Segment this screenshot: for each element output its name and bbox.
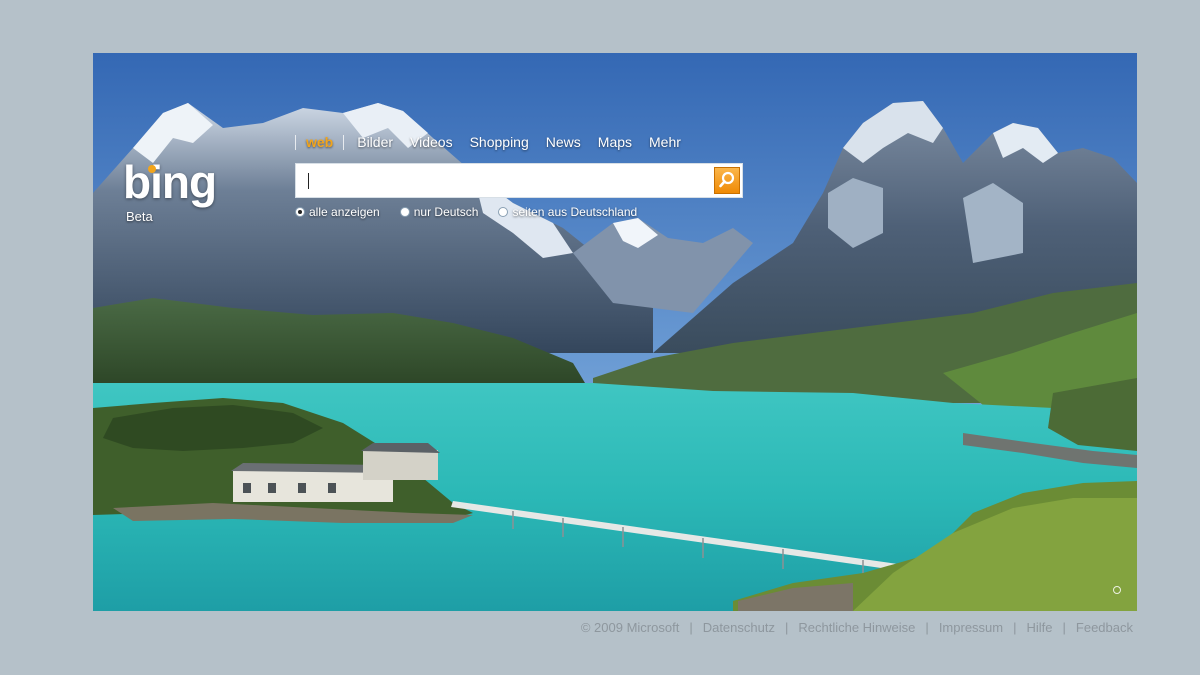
search-button[interactable] <box>714 167 740 194</box>
search-box <box>295 163 743 198</box>
nav-item-videos[interactable]: Videos <box>410 134 453 150</box>
radio-button[interactable] <box>498 207 509 217</box>
beta-label: Beta <box>126 209 153 224</box>
nav-item-news[interactable]: News <box>546 134 581 150</box>
scope-option-seiten-aus-deutschland[interactable]: seiten aus Deutschland <box>498 205 637 219</box>
footer-separator: | <box>689 619 693 635</box>
nav-divider <box>343 134 345 150</box>
copyright-text: © 2009 Microsoft <box>580 619 680 635</box>
bing-logo-wordmark: bing <box>123 156 217 208</box>
text-cursor <box>308 173 309 189</box>
footer-separator: | <box>1062 619 1066 635</box>
nav-divider <box>295 134 296 150</box>
magnifier-icon <box>719 171 735 188</box>
scope-option-label: nur Deutsch <box>413 205 479 219</box>
logo-i-dot <box>148 165 156 173</box>
footer-link-rechtliche-hinweise[interactable]: Rechtliche Hinweise <box>798 620 915 635</box>
nav-item-bilder[interactable]: Bilder <box>357 134 393 150</box>
image-info-hotspot[interactable] <box>1113 586 1121 594</box>
footer: © 2009 Microsoft | Datenschutz | Rechtli… <box>93 617 1133 637</box>
search-input[interactable] <box>302 166 706 196</box>
footer-link-impressum[interactable]: Impressum <box>939 620 1003 635</box>
bing-logo[interactable]: bing <box>123 157 263 217</box>
nav-item-maps[interactable]: Maps <box>598 134 632 150</box>
search-scope-options: alle anzeigen nur Deutsch seiten aus Deu… <box>295 204 657 220</box>
nav-item-mehr[interactable]: Mehr <box>649 134 681 150</box>
radio-button[interactable] <box>399 207 410 217</box>
footer-separator: | <box>925 619 929 635</box>
background-photo-frame: bing Beta web Bilder Videos Shopping New… <box>93 53 1137 611</box>
scope-option-alle-anzeigen[interactable]: alle anzeigen <box>295 205 380 219</box>
footer-separator: | <box>784 619 789 635</box>
footer-link-hilfe[interactable]: Hilfe <box>1027 620 1053 635</box>
search-category-nav: web Bilder Videos Shopping News Maps Meh… <box>295 132 698 152</box>
nav-item-shopping[interactable]: Shopping <box>470 134 529 150</box>
scope-option-label: seiten aus Deutschland <box>512 205 638 219</box>
scope-option-label: alle anzeigen <box>309 205 380 219</box>
radio-button-checked[interactable] <box>295 207 305 217</box>
footer-link-datenschutz[interactable]: Datenschutz <box>703 620 775 635</box>
footer-separator: | <box>1013 619 1017 635</box>
footer-link-feedback[interactable]: Feedback <box>1076 620 1133 635</box>
nav-item-web[interactable]: web <box>306 134 333 150</box>
scope-option-nur-deutsch[interactable]: nur Deutsch <box>399 205 479 219</box>
